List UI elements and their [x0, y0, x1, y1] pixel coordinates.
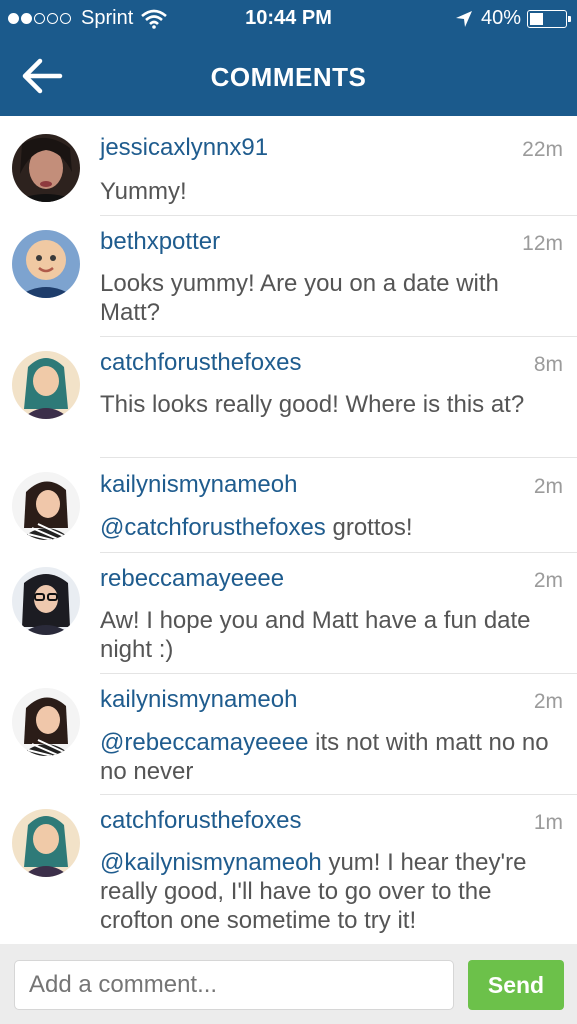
comment-timestamp: 22m [522, 138, 563, 161]
comment-timestamp: 2m [533, 690, 563, 713]
comment-timestamp: 12m [522, 232, 563, 255]
comment-text: Aw! I hope you and Matt have a fun date … [100, 606, 559, 664]
comment-text: This looks really good! Where is this at… [100, 390, 559, 419]
avatar[interactable] [12, 567, 80, 635]
comment-mention[interactable]: @catchforusthefoxes [100, 514, 326, 541]
comment-list[interactable]: jessicaxlynnx91 22m Yummy! bethxpotter 1… [0, 116, 577, 945]
comment-timestamp: 2m [533, 569, 563, 592]
location-arrow-icon [455, 10, 472, 27]
comment-username[interactable]: jessicaxlynnx91 [100, 134, 268, 162]
comment-timestamp: 1m [533, 811, 563, 834]
comment-item: catchforusthefoxes 1m @kailynismynameoh … [0, 795, 577, 945]
comment-body: This looks really good! Where is this at… [100, 391, 525, 418]
header: Sprint 10:44 PM 40% COMMENTS [0, 0, 577, 116]
comment-item: kailynismynameoh 2m @rebeccamayeeee its … [0, 674, 577, 795]
comment-timestamp: 8m [533, 353, 563, 376]
avatar[interactable] [12, 688, 80, 756]
comment-text: @catchforusthefoxes grottos! [100, 513, 559, 542]
comment-text: @kailynismynameoh yum! I hear they're re… [100, 848, 559, 935]
navigation-bar: COMMENTS [0, 38, 577, 116]
comment-username[interactable]: rebeccamayeeee [100, 565, 284, 593]
comment-timestamp: 2m [533, 475, 563, 498]
comment-item: catchforusthefoxes 8m This looks really … [0, 337, 577, 458]
comment-item: kailynismynameoh 2m @catchforusthefoxes … [0, 458, 577, 553]
comment-text: @rebeccamayeeee its not with matt no no … [100, 728, 559, 786]
comment-text: Yummy! [100, 177, 559, 206]
comment-body: Yummy! [100, 178, 187, 205]
page-title: COMMENTS [210, 62, 367, 92]
comment-mention[interactable]: @kailynismynameoh [100, 849, 322, 876]
send-button[interactable]: Send [468, 960, 564, 1010]
comment-username[interactable]: bethxpotter [100, 228, 220, 256]
comment-input[interactable] [14, 960, 454, 1010]
comment-item: jessicaxlynnx91 22m Yummy! [0, 116, 577, 216]
comment-username[interactable]: kailynismynameoh [100, 686, 297, 714]
battery-percent: 40% [480, 7, 521, 29]
comment-text: Looks yummy! Are you on a date with Matt… [100, 269, 559, 327]
comment-body: Aw! I hope you and Matt have a fun date … [100, 607, 531, 663]
comment-item: bethxpotter 12m Looks yummy! Are you on … [0, 216, 577, 337]
comment-body: Looks yummy! Are you on a date with Matt… [100, 270, 499, 326]
comment-username[interactable]: kailynismynameoh [100, 471, 297, 499]
battery-icon [527, 9, 571, 28]
comment-body: grottos! [325, 514, 413, 541]
avatar[interactable] [12, 472, 80, 540]
status-bar: Sprint 10:44 PM 40% [0, 0, 577, 38]
avatar[interactable] [12, 351, 80, 419]
comment-composer: Send [0, 944, 577, 1024]
avatar[interactable] [12, 134, 80, 202]
avatar[interactable] [12, 230, 80, 298]
comment-username[interactable]: catchforusthefoxes [100, 807, 301, 835]
avatar[interactable] [12, 809, 80, 877]
comment-item: rebeccamayeeee 2m Aw! I hope you and Mat… [0, 553, 577, 674]
comment-mention[interactable]: @rebeccamayeeee [100, 729, 308, 756]
comment-username[interactable]: catchforusthefoxes [100, 349, 301, 377]
